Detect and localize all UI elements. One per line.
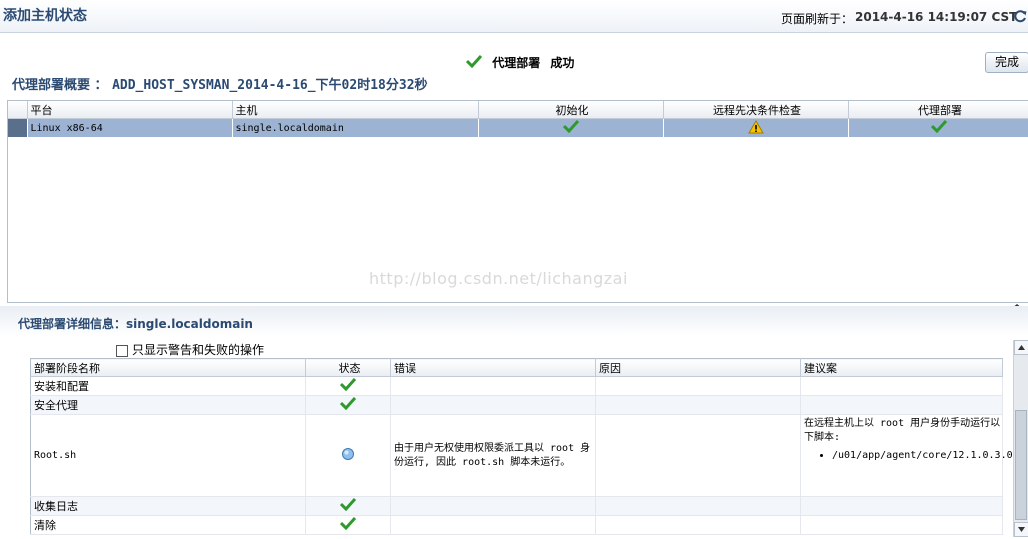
advice-list: /u01/app/agent/core/12.1.0.3.0/root.sh bbox=[804, 449, 1028, 463]
advice-script-path: /u01/app/agent/core/12.1.0.3.0/root.sh bbox=[832, 449, 1028, 463]
column-header-deploy[interactable]: 代理部署 bbox=[848, 101, 1028, 119]
advice-cell bbox=[800, 515, 1003, 535]
platform-cell: Linux x86-64 bbox=[27, 118, 233, 137]
phase-name-cell: 收集日志 bbox=[30, 496, 306, 516]
check-icon bbox=[339, 516, 357, 533]
error-cell bbox=[390, 496, 596, 516]
error-cell: 由于用户无权使用权限委派工具以 root 身份运行, 因此 root.sh 脚本… bbox=[390, 414, 596, 497]
warning-icon[interactable] bbox=[747, 119, 764, 137]
table-row[interactable]: Root.sh 由于用户无权使用权限委派工具以 root 身份运行, 因此 ro… bbox=[30, 414, 1028, 497]
error-cell bbox=[390, 395, 596, 415]
cause-cell bbox=[595, 515, 801, 535]
details-title: 代理部署详细信息：single.localdomain bbox=[18, 317, 253, 331]
refresh-icon[interactable] bbox=[1012, 8, 1028, 24]
summary-title: 代理部署概要 ： ADD_HOST_SYSMAN_2014-4-16_下午02时… bbox=[12, 74, 428, 93]
error-cell bbox=[390, 515, 596, 535]
error-cell bbox=[390, 376, 596, 396]
table-row[interactable]: Linux x86-64 single.localdomain bbox=[8, 118, 1028, 137]
column-header-status[interactable]: 状态 bbox=[305, 358, 391, 377]
phase-name-cell: 清除 bbox=[30, 515, 306, 535]
table-row[interactable]: 安装和配置 bbox=[30, 376, 1003, 396]
warnings-only-checkbox[interactable] bbox=[116, 344, 128, 357]
details-table: 部署阶段名称 状态 错误 原因 建议案 安装和配置 安全代理 Root.sh 由… bbox=[30, 358, 1028, 535]
column-header-init[interactable]: 初始化 bbox=[478, 101, 664, 119]
column-header-platform[interactable]: 平台 bbox=[27, 101, 233, 119]
cause-cell bbox=[595, 414, 801, 497]
status-cell bbox=[305, 496, 391, 516]
deployment-status: 代理部署 成功 bbox=[465, 54, 575, 71]
warnings-filter[interactable]: 只显示警告和失败的操作 bbox=[116, 341, 264, 358]
column-header-prereq[interactable]: 远程先决条件检查 bbox=[663, 101, 849, 119]
check-icon bbox=[562, 119, 579, 136]
column-header-host[interactable]: 主机 bbox=[232, 101, 479, 119]
check-icon bbox=[930, 119, 947, 136]
check-icon bbox=[339, 396, 357, 413]
cause-cell bbox=[595, 395, 801, 415]
summary-table-panel: 平台 主机 初始化 远程先决条件检查 代理部署 Linux x86-64 sin… bbox=[7, 100, 1028, 303]
check-icon bbox=[339, 377, 357, 394]
init-status-cell bbox=[478, 118, 664, 137]
advice-cell bbox=[800, 395, 1003, 415]
details-scrollbar[interactable] bbox=[1013, 340, 1028, 537]
row-selector[interactable] bbox=[8, 118, 28, 137]
column-header-phase[interactable]: 部署阶段名称 bbox=[30, 358, 306, 377]
details-header-row: 部署阶段名称 状态 错误 原因 建议案 bbox=[30, 358, 1003, 377]
advice-cell bbox=[800, 496, 1003, 516]
scroll-down-button[interactable] bbox=[1014, 522, 1028, 537]
summary-session-name: ADD_HOST_SYSMAN_2014-4-16_下午02时18分32秒 bbox=[112, 78, 428, 93]
column-header-error[interactable]: 错误 bbox=[390, 358, 596, 377]
status-cell bbox=[305, 414, 391, 497]
column-header-advice[interactable]: 建议案 bbox=[800, 358, 1003, 377]
scroll-up-button[interactable] bbox=[1014, 340, 1028, 355]
watermark: http://blog.csdn.net/lichangzai bbox=[369, 269, 628, 288]
cause-cell bbox=[595, 376, 801, 396]
status-label: 代理部署 bbox=[492, 56, 541, 70]
table-row[interactable]: 安全代理 bbox=[30, 395, 1003, 415]
phase-name-cell: 安全代理 bbox=[30, 395, 306, 415]
info-circle-icon bbox=[341, 448, 355, 464]
cause-cell bbox=[595, 496, 801, 516]
status-cell bbox=[305, 515, 391, 535]
advice-cell: 在远程主机上以 root 用户身份手动运行以下脚本: /u01/app/agen… bbox=[800, 414, 1028, 497]
table-row[interactable]: 收集日志 bbox=[30, 496, 1003, 516]
row-selector-header bbox=[8, 101, 28, 119]
warnings-only-label: 只显示警告和失败的操作 bbox=[132, 343, 265, 357]
prereq-status-cell bbox=[663, 118, 849, 137]
status-value: 成功 bbox=[550, 56, 575, 70]
host-cell: single.localdomain bbox=[232, 118, 479, 137]
status-cell bbox=[305, 376, 391, 396]
phase-name-cell: 安装和配置 bbox=[30, 376, 306, 396]
done-button[interactable]: 完成 bbox=[985, 52, 1028, 73]
summary-scroll-indicator[interactable] bbox=[1006, 299, 1028, 308]
page-header: 添加主机状态 页面刷新于： 2014-4-16 14:19:07 CST bbox=[0, 0, 1028, 33]
check-icon bbox=[465, 54, 483, 71]
summary-title-prefix: 代理部署概要 ： bbox=[12, 78, 108, 93]
table-row[interactable]: 清除 bbox=[30, 515, 1003, 535]
refresh-label: 页面刷新于： bbox=[781, 12, 854, 26]
advice-text: 在远程主机上以 root 用户身份手动运行以下脚本: bbox=[804, 418, 1001, 443]
summary-header-row: 平台 主机 初始化 远程先决条件检查 代理部署 bbox=[8, 101, 1028, 119]
refresh-time: 2014-4-16 14:19:07 CST bbox=[855, 10, 1018, 24]
check-icon bbox=[339, 497, 357, 514]
phase-name-cell: Root.sh bbox=[30, 414, 306, 497]
status-cell bbox=[305, 395, 391, 415]
column-header-cause[interactable]: 原因 bbox=[595, 358, 801, 377]
scroll-thumb[interactable] bbox=[1015, 410, 1027, 520]
deploy-status-cell bbox=[848, 118, 1028, 137]
summary-table: 平台 主机 初始化 远程先决条件检查 代理部署 Linux x86-64 sin… bbox=[8, 101, 1028, 137]
advice-cell bbox=[800, 376, 1003, 396]
page-title: 添加主机状态 bbox=[3, 8, 87, 24]
